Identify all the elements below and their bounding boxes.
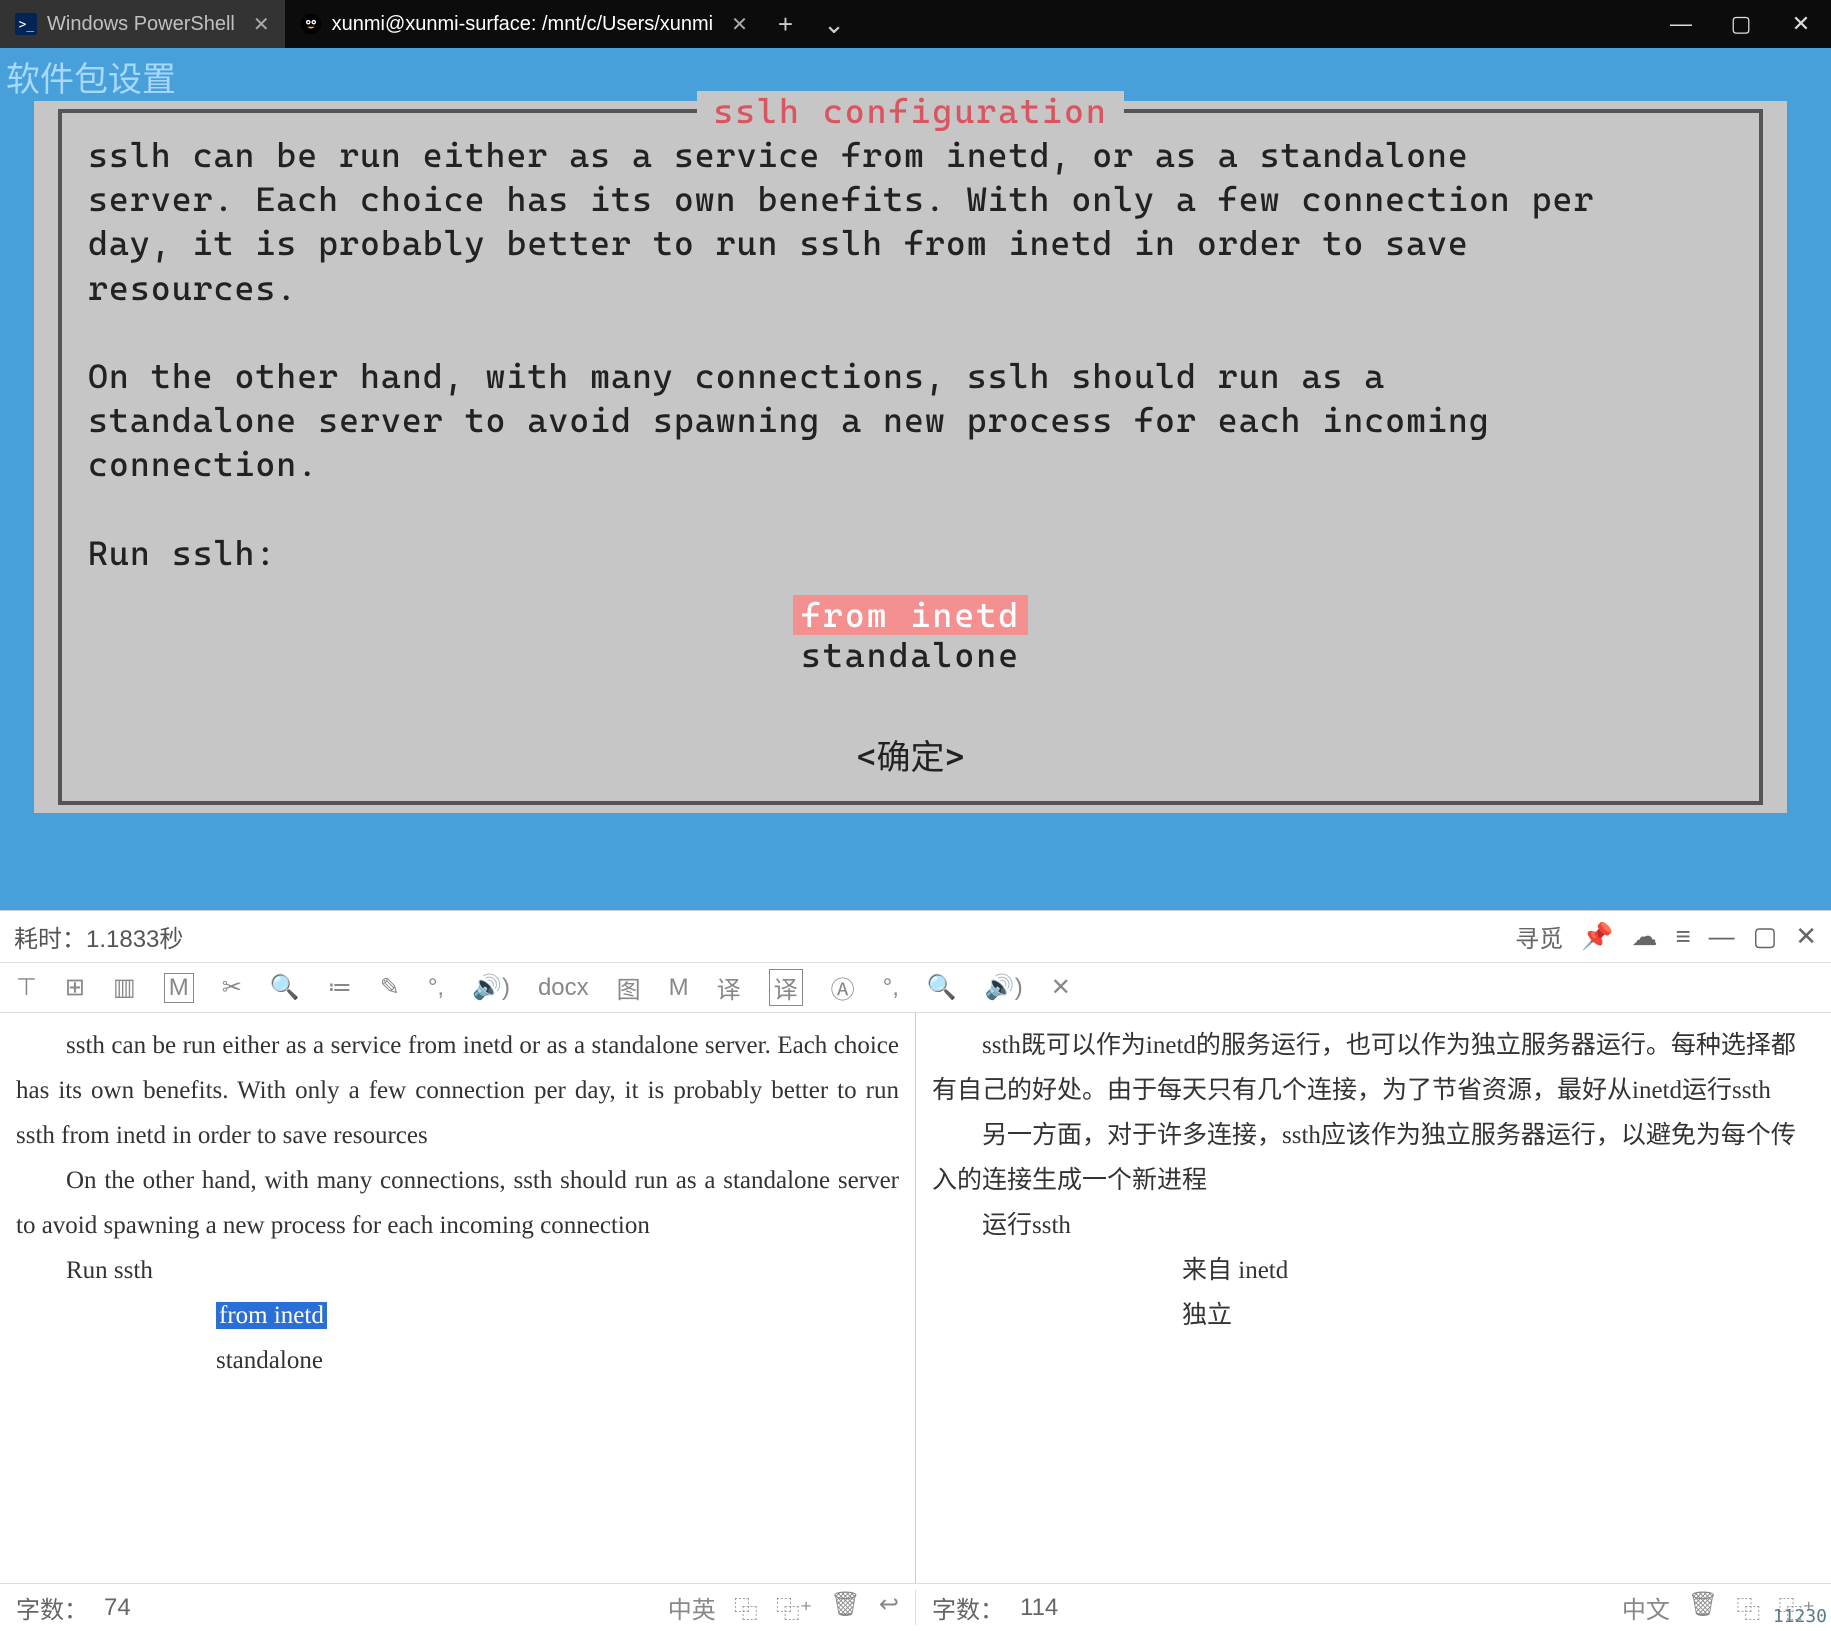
tab-powershell[interactable]: >_ Windows PowerShell ✕: [0, 0, 285, 48]
close-icon[interactable]: ✕: [253, 12, 270, 37]
copy-icon-r[interactable]: ⿻: [1736, 1590, 1760, 1625]
terminal-area[interactable]: 软件包设置 sslh configuration sslh can be run…: [0, 48, 1831, 910]
pin-icon[interactable]: 📌: [1581, 921, 1613, 952]
speaker-icon-2[interactable]: 🔊): [985, 973, 1023, 1002]
ocr-left-opt2: standalone: [216, 1347, 323, 1374]
ocr-footer: 字数： 74 中英 ⿻ ⿻⁺ 🗑 ↩ 字数： 114 中文 🗑 ⿻ ⿻⁺: [0, 1583, 1831, 1631]
translate-button[interactable]: 译: [717, 970, 741, 1005]
tool-0[interactable]: ⊤: [16, 973, 37, 1002]
ocr-right-opt2: 独立: [1182, 1302, 1232, 1329]
minimize-button[interactable]: —: [1651, 0, 1711, 48]
copy-plus-icon[interactable]: ⿻⁺: [776, 1590, 813, 1625]
word-count-label: 字数：: [16, 1590, 88, 1625]
ocr-right-p3: 运行ssth: [932, 1203, 1815, 1248]
ocr-body: ssth can be run either as a service from…: [0, 1013, 1831, 1583]
corner-number: 11230: [1773, 1606, 1827, 1627]
dialog-body-text: sslh can be run either as a service from…: [88, 133, 1733, 575]
word-count-left: 74: [104, 1594, 131, 1622]
trash-icon[interactable]: 🗑: [830, 1590, 860, 1625]
maximize-button[interactable]: ▢: [1711, 0, 1771, 48]
menu-icon[interactable]: ≡: [1675, 921, 1690, 952]
edit-icon[interactable]: ✎: [380, 973, 400, 1002]
close-button[interactable]: ✕: [1771, 0, 1831, 48]
font-icon[interactable]: Ⓐ: [831, 970, 855, 1005]
ocr-left-p1: ssth can be run either as a service from…: [16, 1023, 899, 1158]
tab-label: xunmi@xunmi-surface: /mnt/c/Users/xunmi: [332, 13, 714, 36]
tool-2[interactable]: ▥: [113, 973, 136, 1002]
close-icon[interactable]: ✕: [1795, 921, 1817, 952]
wrap-icon[interactable]: ↩: [879, 1590, 899, 1625]
config-dialog: sslh configuration sslh can be run eithe…: [58, 109, 1763, 805]
trash-icon-r[interactable]: 🗑: [1688, 1590, 1718, 1625]
ocr-toolbar: ⊤ ⊞ ▥ M ✂ 🔍 ≔ ✎ °, 🔊) docx 图 M 译 译 Ⓐ °, …: [0, 963, 1831, 1013]
option-list: from inetd standalone: [88, 595, 1733, 675]
ocr-panel: 耗时：1.1833秒 寻觅 📌 ☁ ≡ — ▢ ✕ ⊤ ⊞ ▥ M ✂ 🔍 ≔ …: [0, 910, 1831, 1631]
close-icon[interactable]: ✕: [731, 12, 748, 37]
docx-button[interactable]: docx: [538, 974, 589, 1002]
ocr-left-p2: On the other hand, with many connections…: [16, 1158, 899, 1248]
search-label[interactable]: 寻觅: [1515, 919, 1563, 954]
maximize-icon[interactable]: ▢: [1753, 921, 1778, 952]
scissors-icon[interactable]: ✂: [222, 973, 242, 1002]
dialog-shadow: sslh configuration sslh can be run eithe…: [34, 101, 1787, 813]
ocr-right-column[interactable]: ssth既可以作为inetd的服务运行，也可以作为独立服务器运行。每种选择都有自…: [915, 1013, 1831, 1583]
elapsed-time: 耗时：1.1833秒: [14, 919, 183, 954]
ocr-left-p3: Run ssth: [16, 1248, 899, 1293]
image-button[interactable]: 图: [617, 970, 641, 1005]
option-from-inetd[interactable]: from inetd: [793, 595, 1028, 635]
list-icon[interactable]: ≔: [328, 973, 352, 1002]
ok-button[interactable]: <确定>: [88, 730, 1733, 779]
ocr-right-opt1: 来自 inetd: [1182, 1257, 1288, 1284]
minimize-icon[interactable]: —: [1709, 921, 1735, 952]
tux-icon: [300, 13, 322, 35]
tool-16[interactable]: °,: [883, 974, 899, 1002]
search-icon[interactable]: 🔍: [270, 973, 300, 1002]
cloud-icon[interactable]: ☁: [1631, 921, 1657, 952]
lang-right[interactable]: 中文: [1622, 1590, 1670, 1625]
new-tab-button[interactable]: +: [763, 9, 808, 40]
ocr-right-p1: ssth既可以作为inetd的服务运行，也可以作为独立服务器运行。每种选择都有自…: [932, 1023, 1815, 1113]
window-titlebar: >_ Windows PowerShell ✕ xunmi@xunmi-surf…: [0, 0, 1831, 48]
ocr-right-p2: 另一方面，对于许多连接，ssth应该作为独立服务器运行，以避免为每个传入的连接生…: [932, 1113, 1815, 1203]
search-icon-2[interactable]: 🔍: [927, 973, 957, 1002]
ocr-left-opt1: from inetd: [216, 1302, 327, 1329]
copy-icon[interactable]: ⿻: [734, 1590, 758, 1625]
tool-8[interactable]: °,: [428, 974, 444, 1002]
ocr-left-column[interactable]: ssth can be run either as a service from…: [0, 1013, 915, 1583]
svg-text:>_: >_: [19, 18, 35, 33]
word-count-right: 114: [1020, 1594, 1058, 1622]
window-controls: — ▢ ✕: [1651, 0, 1831, 48]
tab-label: Windows PowerShell: [47, 13, 235, 36]
tool-3[interactable]: M: [164, 973, 194, 1003]
ps-icon: >_: [15, 13, 37, 35]
tab-wsl[interactable]: xunmi@xunmi-surface: /mnt/c/Users/xunmi …: [285, 0, 763, 48]
tool-1[interactable]: ⊞: [65, 973, 85, 1002]
ocr-header: 耗时：1.1833秒 寻觅 📌 ☁ ≡ — ▢ ✕: [0, 911, 1831, 963]
tab-dropdown[interactable]: ⌄: [808, 9, 860, 40]
speaker-icon[interactable]: 🔊): [472, 973, 510, 1002]
word-count-label-r: 字数：: [932, 1590, 1004, 1625]
dialog-title: sslh configuration: [697, 91, 1124, 131]
x-icon[interactable]: ✕: [1051, 973, 1071, 1002]
lang-left[interactable]: 中英: [668, 1590, 716, 1625]
option-standalone[interactable]: standalone: [793, 635, 1028, 675]
translate-alt-button[interactable]: 译: [769, 969, 803, 1006]
tool-12[interactable]: M: [669, 974, 689, 1002]
